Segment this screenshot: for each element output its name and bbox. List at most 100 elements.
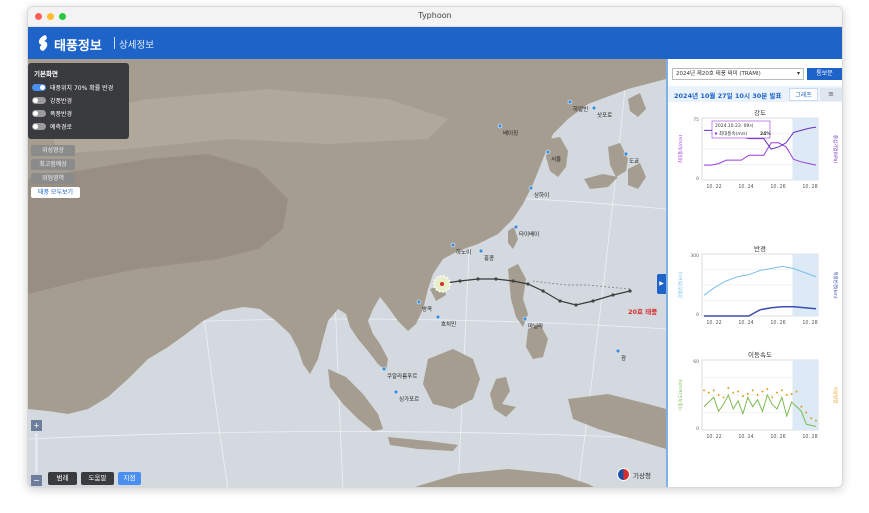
chart-1: 반경 10. 22 10. 24 10. 26 10. 28 0 300 강풍반경(km) 폭풍… — [677, 244, 839, 326]
toggle-switch[interactable] — [32, 110, 46, 117]
zoom-in-button[interactable]: + — [31, 420, 42, 431]
tab-graph[interactable]: 그래프 — [789, 88, 818, 101]
issue-time: 2024년 10월 27일 10시 30분 발표 — [674, 92, 782, 100]
bottom-button[interactable]: 범례 — [48, 472, 77, 485]
layer-panel-title: 기본화면 — [34, 70, 58, 78]
toggle-label: 태풍위치 70% 확률 반경 — [50, 85, 114, 92]
x-tick-label: 10. 22 — [706, 320, 721, 326]
toggle-label: 예측경로 — [50, 124, 73, 131]
data-point — [766, 388, 769, 391]
data-point — [810, 417, 813, 420]
y-tick-label: 0 — [696, 426, 699, 432]
toggle-label: 폭풍반경 — [50, 111, 73, 118]
data-point — [751, 389, 754, 392]
y-axis-label: 강풍반경(km) — [677, 271, 684, 298]
toggle-label: 강풍반경 — [50, 98, 73, 105]
bottom-button[interactable]: 지점 — [118, 472, 141, 485]
data-point — [746, 392, 749, 395]
x-tick-label: 10. 26 — [770, 320, 785, 326]
bottom-button[interactable]: 도움말 — [81, 472, 114, 485]
app-brand[interactable]: 태풍정보 — [54, 35, 102, 54]
y-tick-label: 0 — [696, 176, 699, 182]
header-divider — [114, 37, 115, 49]
chart-tooltip: 2024.10.23. 09시최대풍속(m/s) 24% — [711, 120, 771, 139]
layer-button[interactable]: 위험영역 — [31, 173, 75, 184]
data-point — [805, 411, 808, 414]
x-tick-label: 10. 26 — [770, 434, 785, 440]
chart-title: 반경 — [754, 244, 766, 253]
toggle-switch[interactable] — [32, 97, 46, 104]
tab-list[interactable]: ≡ — [820, 88, 842, 101]
x-tick-label: 10. 28 — [802, 184, 817, 190]
tooltip-date: 2024.10.23. 09시 — [715, 123, 754, 129]
data-point — [737, 390, 740, 393]
tooltip-value: 24% — [760, 131, 771, 137]
info-sidebar: 2024년 제20호 태풍 짜미 (TRAMI) ▾ 통보문 2024년 10월… — [666, 59, 842, 487]
data-point — [795, 390, 798, 393]
chart-2: 이동속도 10. 22 10. 24 10. 26 10. 28 0 60 이동속도(km/h… — [677, 350, 839, 440]
x-tick-label: 10. 26 — [770, 184, 785, 190]
data-point — [776, 391, 779, 394]
issue-bar: 2024년 10월 27일 10시 30분 발표 그래프 ≡ — [668, 86, 842, 102]
title-bar: Typhoon — [28, 7, 842, 27]
y-tick-label: 0 — [696, 312, 699, 318]
collapse-sidebar-button[interactable]: ▶ — [657, 274, 666, 294]
section-title: 상세정보 — [119, 40, 154, 51]
layer-toggle-row[interactable]: 태풍위치 70% 확률 반경 — [28, 81, 129, 94]
layer-toggle-row[interactable]: 강풍반경 — [28, 94, 129, 107]
y2-axis-label: 이동방향 — [832, 387, 839, 404]
data-point — [722, 396, 725, 399]
chart-0: 강도 10. 22 10. 24 10. 26 10. 28 0 75 최대풍속(m/s) 중심… — [677, 108, 839, 190]
charts-area: 강도 10. 22 10. 24 10. 26 10. 28 0 75 최대풍속(m/s) 중심… — [677, 108, 839, 440]
data-point — [800, 405, 803, 408]
chart-title: 강도 — [754, 108, 766, 117]
bulletin-button[interactable]: 통보문 — [807, 68, 842, 80]
y2-axis-label: 중심기압(hPa) — [832, 135, 839, 163]
layer-button[interactable]: 최고점예상 — [31, 159, 75, 170]
layer-toggle-row[interactable]: 예측경로 — [28, 120, 129, 133]
x-tick-label: 10. 24 — [738, 184, 753, 190]
toggle-switch[interactable] — [32, 84, 46, 91]
data-point — [815, 419, 817, 422]
data-point — [780, 389, 783, 392]
data-point — [712, 389, 715, 392]
data-point — [727, 387, 730, 389]
layer-button[interactable]: 위성영상 — [31, 145, 75, 156]
data-point — [756, 394, 759, 396]
typhoon-logo-icon — [38, 35, 48, 51]
data-point — [785, 394, 788, 396]
tooltip-label: 최대풍속(m/s) — [719, 130, 748, 137]
layer-panel: 기본화면 태풍위치 70% 확률 반경강풍반경폭풍반경예측경로 — [28, 63, 129, 139]
app-header: 태풍정보 상세정보 — [28, 27, 842, 59]
data-point — [717, 394, 720, 396]
y-axis-label: 이동속도(km/h) — [677, 379, 684, 411]
x-tick-label: 10. 24 — [738, 434, 753, 440]
chart-title: 이동속도 — [748, 350, 772, 359]
typhoon-label[interactable]: 20호 태풍 — [628, 307, 657, 316]
data-point — [741, 395, 744, 398]
window-title: Typhoon — [418, 11, 452, 20]
typhoon-select-value: 2024년 제20호 태풍 짜미 (TRAMI) — [676, 71, 761, 77]
agency-name: 기상청 — [633, 471, 651, 480]
x-tick-label: 10. 24 — [738, 320, 753, 326]
map-view[interactable]: 20호 태풍 하얼빈 삿포로 베이징 서울 도쿄 상하이 타이베이 홍콩 하노이 마닐라 방콕 호치민… — [28, 59, 666, 487]
data-point — [732, 391, 735, 394]
zoom-slider[interactable] — [35, 433, 38, 473]
show-all-typhoons-button[interactable]: 태풍 모두보기 — [31, 187, 80, 198]
kma-emblem-icon — [617, 468, 630, 481]
y-tick-label: 300 — [690, 253, 699, 259]
y-axis-label: 최대풍속(m/s) — [677, 135, 684, 164]
kma-logo: 기상청 — [617, 468, 651, 481]
zoom-out-button[interactable]: − — [31, 475, 42, 486]
layer-toggle-row[interactable]: 폭풍반경 — [28, 107, 129, 120]
y-tick-label: 75 — [693, 117, 699, 123]
typhoon-select[interactable]: 2024년 제20호 태풍 짜미 (TRAMI) ▾ — [672, 68, 804, 80]
x-tick-label: 10. 22 — [706, 434, 721, 440]
x-tick-label: 10. 28 — [802, 320, 817, 326]
chevron-down-icon: ▾ — [796, 70, 800, 77]
data-point — [707, 391, 710, 394]
data-point — [771, 396, 774, 399]
data-point — [761, 390, 764, 393]
toggle-switch[interactable] — [32, 123, 46, 130]
data-point — [703, 389, 705, 392]
